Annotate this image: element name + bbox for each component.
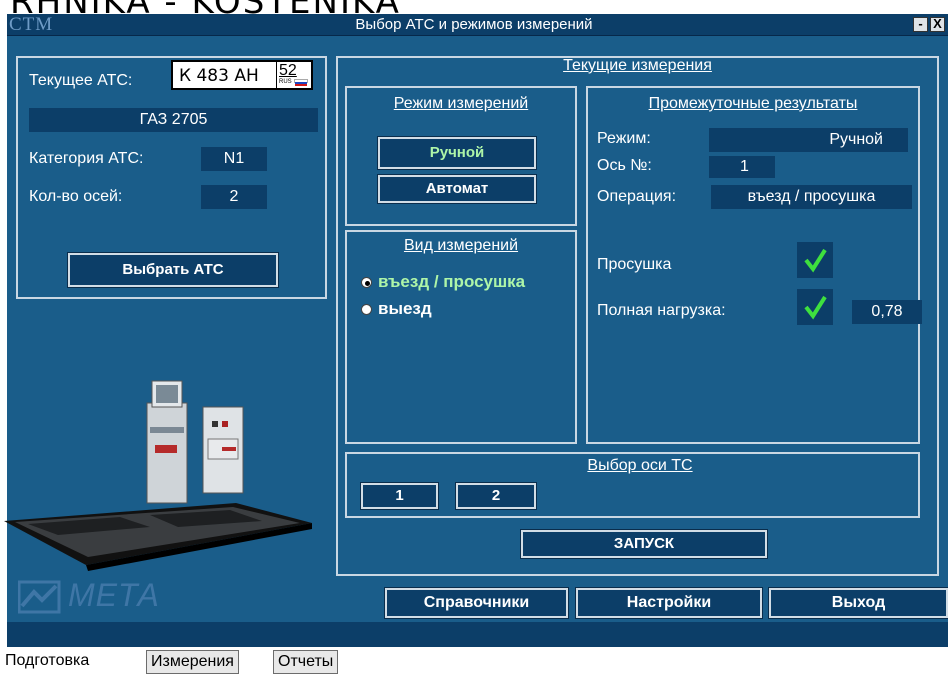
axles-label: Кол-во осей: <box>29 188 123 205</box>
flag-red <box>295 84 307 86</box>
tab-reports[interactable]: Отчеты <box>273 650 339 674</box>
terminal-cabinet <box>146 380 188 504</box>
auto-mode-button[interactable]: Автомат <box>377 174 537 204</box>
tab-preparation[interactable]: Подготовка <box>0 649 95 673</box>
type-option-label: въезд / просушка <box>378 272 526 291</box>
window-title: Выбор АТС и режимов измерений <box>355 16 593 33</box>
current-measurements-title: Текущие измерения <box>563 57 712 74</box>
radio-selected-icon <box>361 277 372 288</box>
result-operation-label: Операция: <box>597 188 677 205</box>
mode-section-title: Режим измерений <box>393 95 529 112</box>
brand-logo: МЕТА <box>68 577 160 613</box>
result-mode-label: Режим: <box>597 130 651 147</box>
plate-region: 52 <box>279 62 297 79</box>
plate-number: К 483 АН <box>179 66 259 86</box>
result-axle-value: 1 <box>709 156 775 178</box>
settings-button[interactable]: Настройки <box>575 587 763 619</box>
meta-logo-icon <box>18 580 61 614</box>
axle-2-button[interactable]: 2 <box>455 482 537 510</box>
result-mode-value: Ручной <box>709 128 908 152</box>
license-plate: К 483 АН 52 RUS <box>171 60 313 90</box>
radio-unselected-icon <box>361 304 372 315</box>
plate-country: RUS <box>279 79 292 85</box>
full-load-check <box>797 289 833 325</box>
start-button[interactable]: ЗАПУСК <box>520 529 768 559</box>
drying-check <box>797 242 833 278</box>
exit-button[interactable]: Выход <box>768 587 948 619</box>
drying-label: Просушка <box>597 256 672 273</box>
type-option-drive-out[interactable]: выезд <box>358 299 568 322</box>
full-load-value: 0,78 <box>852 300 922 324</box>
current-vehicle-label: Текущее АТС: <box>29 72 133 89</box>
close-button[interactable]: X <box>930 17 945 32</box>
full-load-label: Полная нагрузка: <box>597 302 726 319</box>
axles-value: 2 <box>201 185 267 209</box>
category-label: Категория АТС: <box>29 150 144 167</box>
checkmark-icon <box>804 295 827 320</box>
axle-select-title: Выбор оси ТС <box>587 457 693 474</box>
top-watermark-strip: RHNIKA - KOSTENIKA <box>0 0 948 14</box>
weighing-platform <box>4 503 312 571</box>
plate-divider <box>276 61 277 89</box>
category-value: N1 <box>201 147 267 171</box>
manual-mode-button[interactable]: Ручной <box>377 136 537 170</box>
measurement-type-title: Вид измерений <box>403 237 519 254</box>
minimize-button[interactable]: - <box>913 17 928 32</box>
result-operation-value: въезд / просушка <box>711 185 912 209</box>
status-bar <box>7 622 948 647</box>
equipment-illustration <box>4 380 312 571</box>
watermark-text: RHNIKA - KOSTENIKA <box>10 0 401 14</box>
tab-bar <box>0 647 948 674</box>
references-button[interactable]: Справочники <box>384 587 569 619</box>
tab-measurements[interactable]: Измерения <box>146 650 239 674</box>
type-option-label: выезд <box>378 299 432 318</box>
control-cabinet <box>202 406 244 494</box>
measurement-type-section <box>345 230 577 444</box>
result-axle-label: Ось №: <box>597 157 652 174</box>
vehicle-model: ГАЗ 2705 <box>29 108 318 132</box>
select-vehicle-button[interactable]: Выбрать АТС <box>67 252 279 288</box>
results-title: Промежуточные результаты <box>648 95 858 112</box>
type-option-drive-in[interactable]: въезд / просушка <box>358 272 568 294</box>
checkmark-icon <box>804 248 827 273</box>
axle-1-button[interactable]: 1 <box>360 482 439 510</box>
